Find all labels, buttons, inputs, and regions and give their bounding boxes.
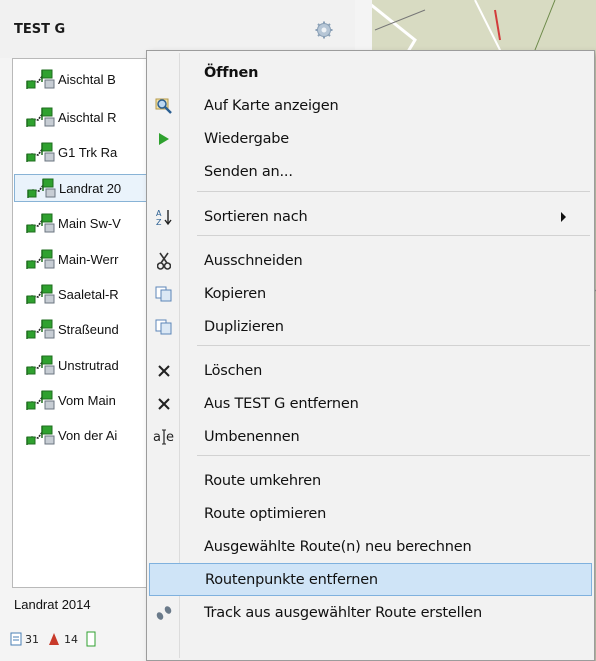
menu-item-senden-an[interactable]: Senden an... — [149, 155, 592, 188]
menu-item-label: Umbenennen — [204, 428, 300, 445]
route-small-icon — [86, 631, 96, 647]
route-count[interactable] — [86, 631, 99, 647]
menu-item-label: Löschen — [204, 362, 263, 379]
menu-icon-slot — [149, 56, 179, 89]
route-icon — [27, 177, 59, 199]
menu-separator — [197, 235, 590, 236]
route-icon — [26, 424, 58, 446]
menu-separator — [197, 455, 590, 456]
play-icon — [149, 122, 179, 155]
menu-item-label: Ausschneiden — [204, 252, 303, 269]
menu-item-route-umkehren[interactable]: Route umkehren — [149, 464, 592, 497]
poi-flag-icon — [49, 633, 59, 645]
selected-route-name: Landrat 2014 — [14, 597, 91, 612]
route-label: Aischtal R — [58, 109, 117, 125]
route-label: Unstrutrad — [58, 357, 119, 373]
magnifier-map-icon — [149, 89, 179, 122]
bottom-toolbar: 31 14 — [10, 627, 107, 651]
gear-icon[interactable] — [315, 21, 333, 39]
remove-x-icon — [149, 387, 179, 420]
menu-item-label: Aus TEST G entfernen — [204, 395, 359, 412]
menu-icon-slot — [149, 464, 179, 497]
menu-item-route-optimieren[interactable]: Route optimieren — [149, 497, 592, 530]
waypoint-count-value: 31 — [25, 632, 39, 646]
menu-item-label: Öffnen — [204, 64, 259, 81]
route-icon — [26, 354, 58, 376]
submenu-arrow-icon — [561, 212, 566, 222]
menu-item-kopieren[interactable]: Kopieren — [149, 277, 592, 310]
menu-item-routenpunkte-entfernen[interactable]: Routenpunkte entfernen — [149, 563, 592, 596]
menu-item-label: Kopieren — [204, 285, 266, 302]
route-label: Aischtal B — [58, 71, 116, 87]
menu-separator — [197, 345, 590, 346]
menu-item-label: Sortieren nach — [204, 208, 308, 225]
copy-icon — [149, 277, 179, 310]
route-label: Main Sw-V — [58, 215, 121, 231]
menu-item-aus-test-g-entfernen[interactable]: Aus TEST G entfernen — [149, 387, 592, 420]
route-label: Von der Ai — [58, 427, 118, 443]
menu-icon-slot — [149, 497, 179, 530]
menu-item-label: Route umkehren — [204, 472, 321, 489]
menu-item-label: Track aus ausgewählter Route erstellen — [204, 604, 482, 621]
poi-count[interactable]: 14 — [47, 632, 78, 646]
menu-icon-slot — [150, 563, 180, 596]
menu-item-duplizieren[interactable]: Duplizieren — [149, 310, 592, 343]
context-menu: Öffnen Auf Karte anzeigen Wiedergabe Senden… — [146, 50, 595, 661]
route-label: Main-Werr — [58, 251, 119, 267]
menu-item-umbenennen[interactable]: a e Umbenennen — [149, 420, 592, 453]
document-icon — [10, 632, 22, 646]
track-icon — [149, 596, 179, 629]
panel-title: TEST G — [14, 22, 66, 37]
route-label: Vom Main — [58, 392, 116, 408]
route-icon — [26, 68, 58, 90]
menu-item-wiedergabe[interactable]: Wiedergabe — [149, 122, 592, 155]
menu-item-label: Senden an... — [204, 163, 293, 180]
menu-item-ausschneiden[interactable]: Ausschneiden — [149, 244, 592, 277]
route-icon — [26, 212, 58, 234]
sort-az-icon: AZ — [149, 200, 179, 233]
poi-count-value: 14 — [64, 632, 78, 646]
route-label: Straßeund — [58, 321, 119, 337]
menu-item-öffnen[interactable]: Öffnen — [149, 56, 592, 89]
menu-item-label: Wiedergabe — [204, 130, 290, 147]
menu-item-auf-karte-anzeigen[interactable]: Auf Karte anzeigen — [149, 89, 592, 122]
route-icon — [26, 389, 58, 411]
menu-item-label: Auf Karte anzeigen — [204, 97, 339, 114]
route-icon — [26, 283, 58, 305]
route-label: G1 Trk Ra — [58, 144, 118, 160]
menu-item-löschen[interactable]: Löschen — [149, 354, 592, 387]
svg-text:A: A — [156, 209, 162, 218]
menu-item-label: Route optimieren — [204, 505, 327, 522]
menu-item-sortieren-nach[interactable]: A Z Sortieren nach — [149, 200, 592, 233]
route-label: Saaletal-R — [58, 286, 119, 302]
scissors-icon — [149, 244, 179, 277]
menu-item-label: Routenpunkte entfernen — [205, 571, 378, 588]
svg-text:a: a — [153, 430, 161, 445]
menu-item-track-aus-ausgewählter-route-erstellen[interactable]: Track aus ausgewählter Route erstellen — [149, 596, 592, 629]
menu-item-label: Ausgewählte Route(n) neu berechnen — [204, 538, 472, 555]
delete-x-icon — [149, 354, 179, 387]
route-icon — [26, 248, 58, 270]
route-icon — [26, 106, 58, 128]
svg-text:Z: Z — [156, 218, 162, 226]
menu-icon-slot — [149, 530, 179, 563]
route-icon — [26, 141, 58, 163]
menu-item-ausgewählte-route-n-neu-berechnen[interactable]: Ausgewählte Route(n) neu berechnen — [149, 530, 592, 563]
menu-icon-slot — [149, 155, 179, 188]
rename-icon: ae — [149, 420, 179, 453]
menu-separator — [197, 191, 590, 192]
route-label: Landrat 20 — [59, 180, 122, 196]
svg-text:e: e — [166, 430, 174, 445]
duplicate-icon — [149, 310, 179, 343]
waypoint-count[interactable]: 31 — [10, 632, 39, 646]
route-icon — [26, 318, 58, 340]
menu-item-label: Duplizieren — [204, 318, 284, 335]
